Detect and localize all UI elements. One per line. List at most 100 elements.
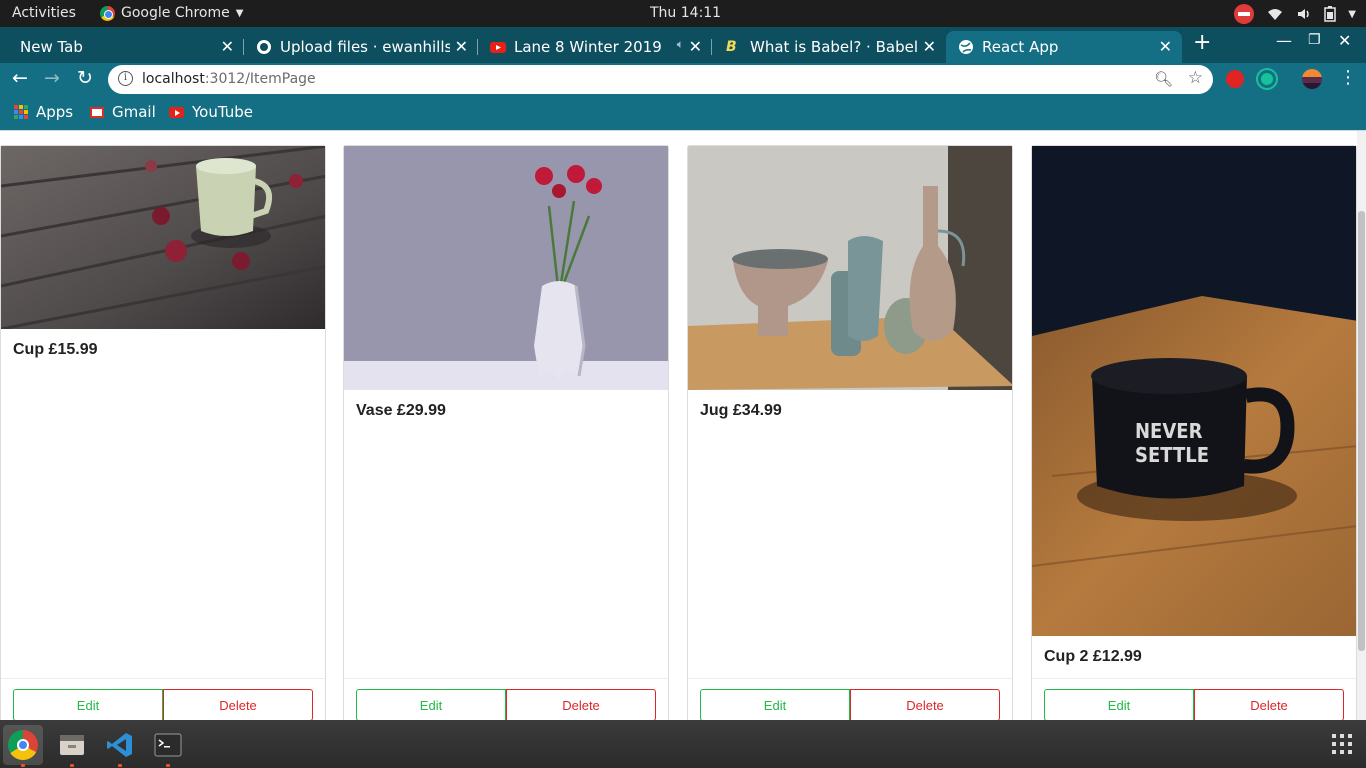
system-tray[interactable]: ▼	[1234, 4, 1356, 24]
item-page: Cup £15.99 Edit Delete Vase £29.99 Edit …	[0, 130, 1366, 720]
globe-icon	[959, 40, 973, 54]
edit-button[interactable]: Edit	[356, 689, 506, 720]
show-applications-button[interactable]	[1332, 734, 1352, 754]
bookmark-gmail[interactable]: Gmail	[90, 103, 156, 121]
card-divider	[1, 678, 325, 679]
delete-button[interactable]: Delete	[850, 689, 1000, 720]
running-indicator	[166, 764, 170, 767]
delete-button[interactable]: Delete	[506, 689, 656, 720]
item-card: Vase £29.99 Edit Delete	[343, 145, 669, 720]
dock-terminal[interactable]	[148, 725, 188, 767]
apps-grid-icon	[14, 105, 28, 119]
forward-button[interactable]: →	[44, 67, 60, 89]
svg-text:SETTLE: SETTLE	[1135, 443, 1209, 467]
info-icon[interactable]: i	[118, 71, 133, 86]
chrome-icon-center	[17, 739, 29, 751]
vscode-icon	[107, 733, 132, 757]
bookmark-label: Apps	[36, 103, 74, 121]
delete-button[interactable]: Delete	[1194, 689, 1344, 720]
bookmark-apps[interactable]: Apps	[14, 103, 73, 121]
grid-dot	[1332, 750, 1336, 754]
activities-button[interactable]: Activities	[12, 5, 76, 21]
wifi-icon	[1268, 9, 1283, 20]
profile-avatar[interactable]	[1302, 69, 1322, 89]
grid-dot	[1340, 734, 1344, 738]
grid-dot	[1348, 734, 1352, 738]
card-divider	[1032, 678, 1356, 679]
grammarly-extension-icon[interactable]	[1258, 70, 1276, 88]
tab-title: Upload files · ewanhills/H	[280, 38, 450, 56]
running-indicator	[118, 764, 122, 767]
item-actions: Edit Delete	[1044, 689, 1344, 720]
item-image-vase	[344, 146, 668, 390]
do-not-disturb-icon[interactable]	[1234, 4, 1255, 24]
running-indicator	[70, 764, 74, 767]
close-icon[interactable]: ✕	[689, 37, 702, 56]
reload-button[interactable]: ↻	[77, 67, 93, 89]
item-title: Jug £34.99	[700, 402, 782, 419]
grid-dot	[1340, 742, 1344, 746]
address-bar[interactable]: i localhost:3012/ItemPage 🔍︎ ☆	[108, 65, 1213, 94]
browser-toolbar: ← → ↻ i localhost:3012/ItemPage 🔍︎ ☆ ⋮	[0, 63, 1366, 96]
menu-kebab-icon[interactable]: ⋮	[1339, 69, 1357, 87]
dock-chrome[interactable]	[3, 725, 43, 767]
volume-icon	[1298, 9, 1310, 19]
chevron-down-icon: ▼	[235, 7, 244, 19]
adblock-extension-icon[interactable]	[1226, 70, 1244, 88]
minimize-button[interactable]: —	[1276, 31, 1292, 50]
card-divider	[344, 678, 668, 679]
edit-button[interactable]: Edit	[13, 689, 163, 720]
close-icon[interactable]: ✕	[923, 37, 936, 56]
scrollbar-thumb[interactable]	[1358, 211, 1365, 651]
chrome-icon	[100, 5, 115, 21]
tab-strip: New Tab ✕ Upload files · ewanhills/H ✕ L…	[0, 27, 1366, 63]
audio-playing-icon[interactable]: 🔈︎	[677, 37, 684, 52]
item-card: Jug £34.99 Edit Delete	[687, 145, 1013, 720]
tab-title: New Tab	[20, 38, 83, 56]
edit-button[interactable]: Edit	[700, 689, 850, 720]
item-title: Cup 2 £12.99	[1044, 648, 1142, 665]
chrome-icon	[8, 730, 38, 760]
dock-vscode[interactable]	[100, 725, 140, 767]
chevron-down-icon: ▼	[1348, 8, 1356, 20]
grid-dot	[1340, 750, 1344, 754]
tab-title: Lane 8 Winter 2019 Mi	[514, 38, 664, 56]
clock[interactable]: Thu 14:11	[650, 5, 721, 21]
window-close-button[interactable]: ✕	[1338, 31, 1351, 50]
page-scrollbar[interactable]	[1357, 131, 1366, 720]
delete-button[interactable]: Delete	[163, 689, 313, 720]
address-host: localhost	[142, 71, 205, 87]
zoom-icon[interactable]: 🔍︎	[1154, 70, 1173, 88]
item-title: Cup £15.99	[13, 341, 98, 358]
item-title: Vase £29.99	[356, 402, 446, 419]
tab-new-tab[interactable]: New Tab ✕	[0, 31, 244, 63]
app-menu[interactable]: Google Chrome ▼	[100, 5, 243, 21]
tab-upload-files[interactable]: Upload files · ewanhills/H ✕	[244, 31, 478, 63]
youtube-icon	[169, 106, 184, 118]
edit-button[interactable]: Edit	[1044, 689, 1194, 720]
address-path: :3012/ItemPage	[204, 71, 316, 87]
close-icon[interactable]: ✕	[455, 37, 468, 56]
item-actions: Edit Delete	[356, 689, 656, 720]
dock-files[interactable]	[52, 725, 92, 767]
item-image-cup-2: NEVER SETTLE	[1032, 146, 1356, 636]
running-indicator	[21, 764, 25, 767]
tab-react-app[interactable]: React App ✕	[946, 31, 1182, 63]
item-image-cup	[1, 146, 325, 329]
terminal-icon	[154, 733, 182, 757]
files-icon	[60, 735, 84, 755]
tab-babel[interactable]: B What is Babel? · Babel ✕	[712, 31, 946, 63]
restore-button[interactable]: ❐	[1308, 32, 1321, 48]
new-tab-button[interactable]: +	[1193, 30, 1211, 55]
youtube-icon	[490, 42, 506, 53]
back-button[interactable]: ←	[12, 67, 28, 89]
dock	[0, 720, 1366, 768]
close-icon[interactable]: ✕	[221, 37, 234, 56]
address-url[interactable]: localhost:3012/ItemPage	[142, 71, 316, 87]
bookmark-star-icon[interactable]: ☆	[1188, 68, 1203, 88]
babel-icon: B	[726, 39, 737, 55]
tab-lane8[interactable]: Lane 8 Winter 2019 Mi 🔈︎ ✕	[478, 31, 712, 63]
close-icon[interactable]: ✕	[1159, 37, 1172, 56]
bookmark-youtube[interactable]: YouTube	[169, 103, 253, 121]
bookmark-label: Gmail	[112, 103, 156, 121]
